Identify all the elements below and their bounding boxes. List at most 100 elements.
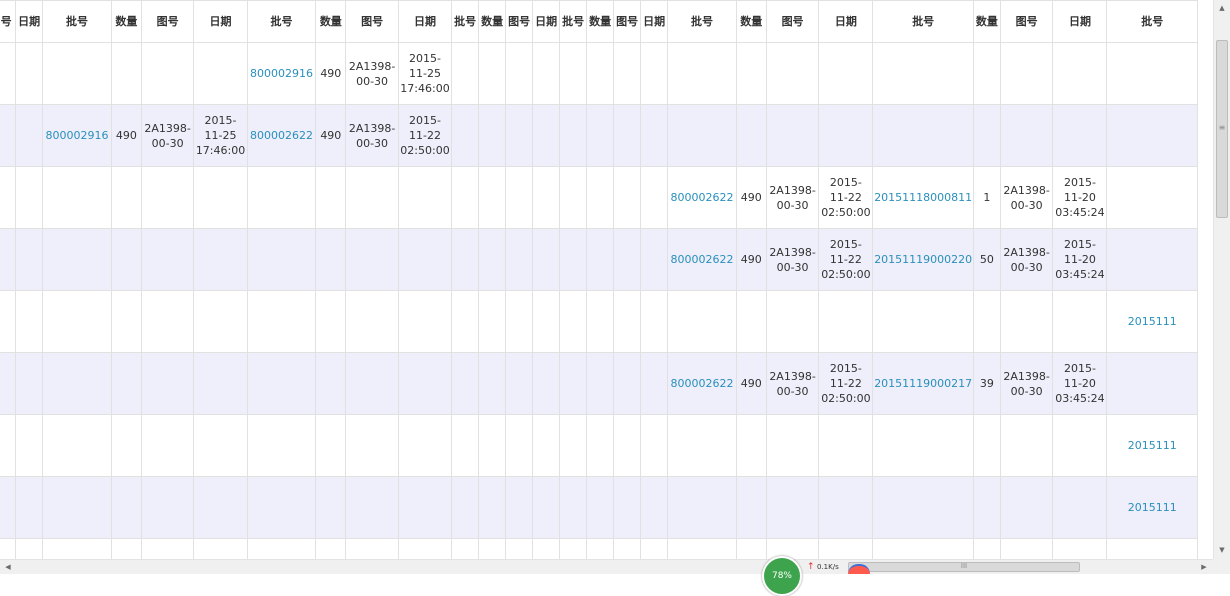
table-cell xyxy=(397,290,453,353)
table-row[interactable]: 2015111 xyxy=(0,476,1198,539)
column-header[interactable]: 批号 xyxy=(559,0,588,43)
scroll-down-arrow-icon[interactable]: ▼ xyxy=(1214,542,1230,559)
table-cell: 2015- xyxy=(1052,538,1108,559)
table-cell: 2015- 11-22 02:50:00 xyxy=(818,228,874,291)
batch-number-link[interactable]: 800002622 xyxy=(246,104,317,167)
table-cell xyxy=(451,476,480,539)
scroll-left-arrow-icon[interactable]: ◀ xyxy=(0,560,16,574)
table-cell xyxy=(765,414,820,477)
column-header[interactable]: 数量 xyxy=(110,0,142,43)
table-cell xyxy=(640,166,669,229)
table-cell xyxy=(110,476,142,539)
column-header[interactable]: 批号 xyxy=(667,0,737,43)
column-header[interactable]: 图号 xyxy=(0,0,17,43)
column-header[interactable]: 数量 xyxy=(972,0,1001,43)
scroll-up-arrow-icon[interactable]: ▲ xyxy=(1214,0,1230,17)
column-header[interactable]: 数量 xyxy=(315,0,347,43)
column-header[interactable]: 批号 xyxy=(246,0,317,43)
column-header[interactable]: 日期 xyxy=(15,0,44,43)
table-cell xyxy=(559,166,588,229)
column-header[interactable]: 图号 xyxy=(140,0,195,43)
batch-number-link[interactable]: 2015111 xyxy=(1106,414,1198,477)
scroll-right-arrow-icon[interactable]: ▶ xyxy=(1196,560,1212,574)
column-header[interactable]: 日期 xyxy=(818,0,874,43)
batch-number-link[interactable]: 20151119000217 xyxy=(872,352,974,415)
table-cell xyxy=(246,538,317,559)
column-header[interactable]: 日期 xyxy=(397,0,453,43)
vertical-scrollbar[interactable]: ▲ ≡ ▼ xyxy=(1213,0,1230,559)
column-header[interactable]: 日期 xyxy=(640,0,669,43)
table-cell xyxy=(586,538,615,559)
table-row[interactable]: 2A13982015-2A13982015- xyxy=(0,538,1198,559)
table-cell xyxy=(667,290,737,353)
batch-number-link[interactable]: 800002622 xyxy=(667,352,737,415)
table-cell: 2A1398- 00-30 xyxy=(345,42,399,105)
table-cell xyxy=(246,414,317,477)
table-cell xyxy=(42,476,112,539)
column-header[interactable]: 图号 xyxy=(613,0,642,43)
table-cell xyxy=(872,414,974,477)
table-cell xyxy=(735,42,767,105)
table-cell xyxy=(667,104,737,167)
table-cell xyxy=(451,228,480,291)
table-cell xyxy=(532,476,561,539)
column-header[interactable]: 日期 xyxy=(1052,0,1108,43)
column-header[interactable]: 批号 xyxy=(42,0,112,43)
table-cell: 39 xyxy=(972,352,1001,415)
network-speed-widget[interactable]: 78% ↑ 0.1K/s xyxy=(762,556,874,596)
network-usage-gauge[interactable]: 78% xyxy=(762,556,802,596)
column-header[interactable]: 图号 xyxy=(765,0,820,43)
column-header[interactable]: 批号 xyxy=(872,0,974,43)
table-cell: 2A1398- 00-30 xyxy=(345,104,399,167)
column-header[interactable]: 日期 xyxy=(532,0,561,43)
table-cell xyxy=(315,538,347,559)
column-header[interactable]: 批号 xyxy=(1106,0,1198,43)
column-header[interactable]: 图号 xyxy=(999,0,1054,43)
table-row[interactable]: 800002622 490 2A1398- 00-30 2015- 11-22 02:… xyxy=(0,228,1198,291)
table-cell xyxy=(505,42,534,105)
table-cell xyxy=(451,42,480,105)
batch-number-link[interactable]: 2015111 xyxy=(1106,290,1198,353)
table-cell xyxy=(397,538,453,559)
batch-number-link[interactable]: 800002622 xyxy=(667,166,737,229)
batch-number-link[interactable]: 800002622 xyxy=(667,228,737,291)
table-cell xyxy=(140,352,195,415)
column-header[interactable]: 数量 xyxy=(478,0,507,43)
network-speed-value: 0.1K/s xyxy=(817,563,839,571)
table-row[interactable]: 800002622 490 2A1398- 00-30 2015- 11-22 02:… xyxy=(0,166,1198,229)
column-header[interactable]: 图号 xyxy=(345,0,399,43)
column-header[interactable]: 图号 xyxy=(505,0,534,43)
table-cell xyxy=(193,290,248,353)
table-row[interactable]: 2015111 xyxy=(0,290,1198,353)
table-cell: 2015- 11-25 17:46:00 xyxy=(193,104,248,167)
batch-number-link[interactable]: 20151118000811 xyxy=(872,166,974,229)
table-cell xyxy=(451,414,480,477)
table-cell xyxy=(1052,290,1108,353)
table-cell xyxy=(345,414,399,477)
batch-number-link[interactable]: 800002916 xyxy=(42,104,112,167)
column-header[interactable]: 批号 xyxy=(451,0,480,43)
table-cell xyxy=(345,166,399,229)
table-cell xyxy=(999,476,1054,539)
column-header[interactable]: 日期 xyxy=(193,0,248,43)
horizontal-scrollbar[interactable]: ◀ III ▶ xyxy=(0,559,1213,574)
vertical-scroll-thumb[interactable]: ≡ xyxy=(1216,40,1228,218)
column-header[interactable]: 数量 xyxy=(735,0,767,43)
table-row[interactable]: 800002622 490 2A1398- 00-30 2015- 11-22 02:… xyxy=(0,352,1198,415)
table-cell xyxy=(532,352,561,415)
table-cell xyxy=(999,290,1054,353)
column-header[interactable]: 数量 xyxy=(586,0,615,43)
table-cell xyxy=(972,476,1001,539)
horizontal-scroll-thumb[interactable]: III xyxy=(848,562,1080,572)
table-cell xyxy=(0,352,17,415)
table-row[interactable]: 800002916 490 2A1398- 00-30 2015- 11-25 17:… xyxy=(0,104,1198,167)
table-cell xyxy=(1106,228,1198,291)
batch-number-link[interactable]: 2015111 xyxy=(1106,476,1198,539)
table-cell: 2015- 11-25 17:46:00 xyxy=(397,42,453,105)
batch-number-link[interactable]: 800002916 xyxy=(246,42,317,105)
table-row[interactable]: 2015111 xyxy=(0,414,1198,477)
table-row[interactable]: 800002916 490 2A1398- 00-30 2015- 11-25 17:… xyxy=(0,42,1198,105)
table-cell xyxy=(15,414,44,477)
table-cell xyxy=(872,290,974,353)
batch-number-link[interactable]: 20151119000220 xyxy=(872,228,974,291)
